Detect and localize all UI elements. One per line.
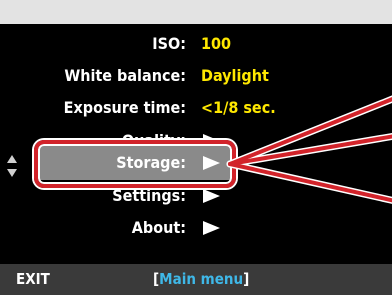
bracket-close: ] [243, 270, 250, 288]
screen-title: [Main menu] [153, 270, 249, 288]
status-bar: EXIT [Main menu] [0, 264, 392, 295]
camera-screen: ISO: 100 White balance: Daylight Exposur… [0, 24, 392, 295]
exit-button[interactable]: EXIT [16, 270, 50, 288]
screen-title-text: Main menu [159, 270, 244, 288]
callout-pointer-lines [226, 95, 392, 204]
